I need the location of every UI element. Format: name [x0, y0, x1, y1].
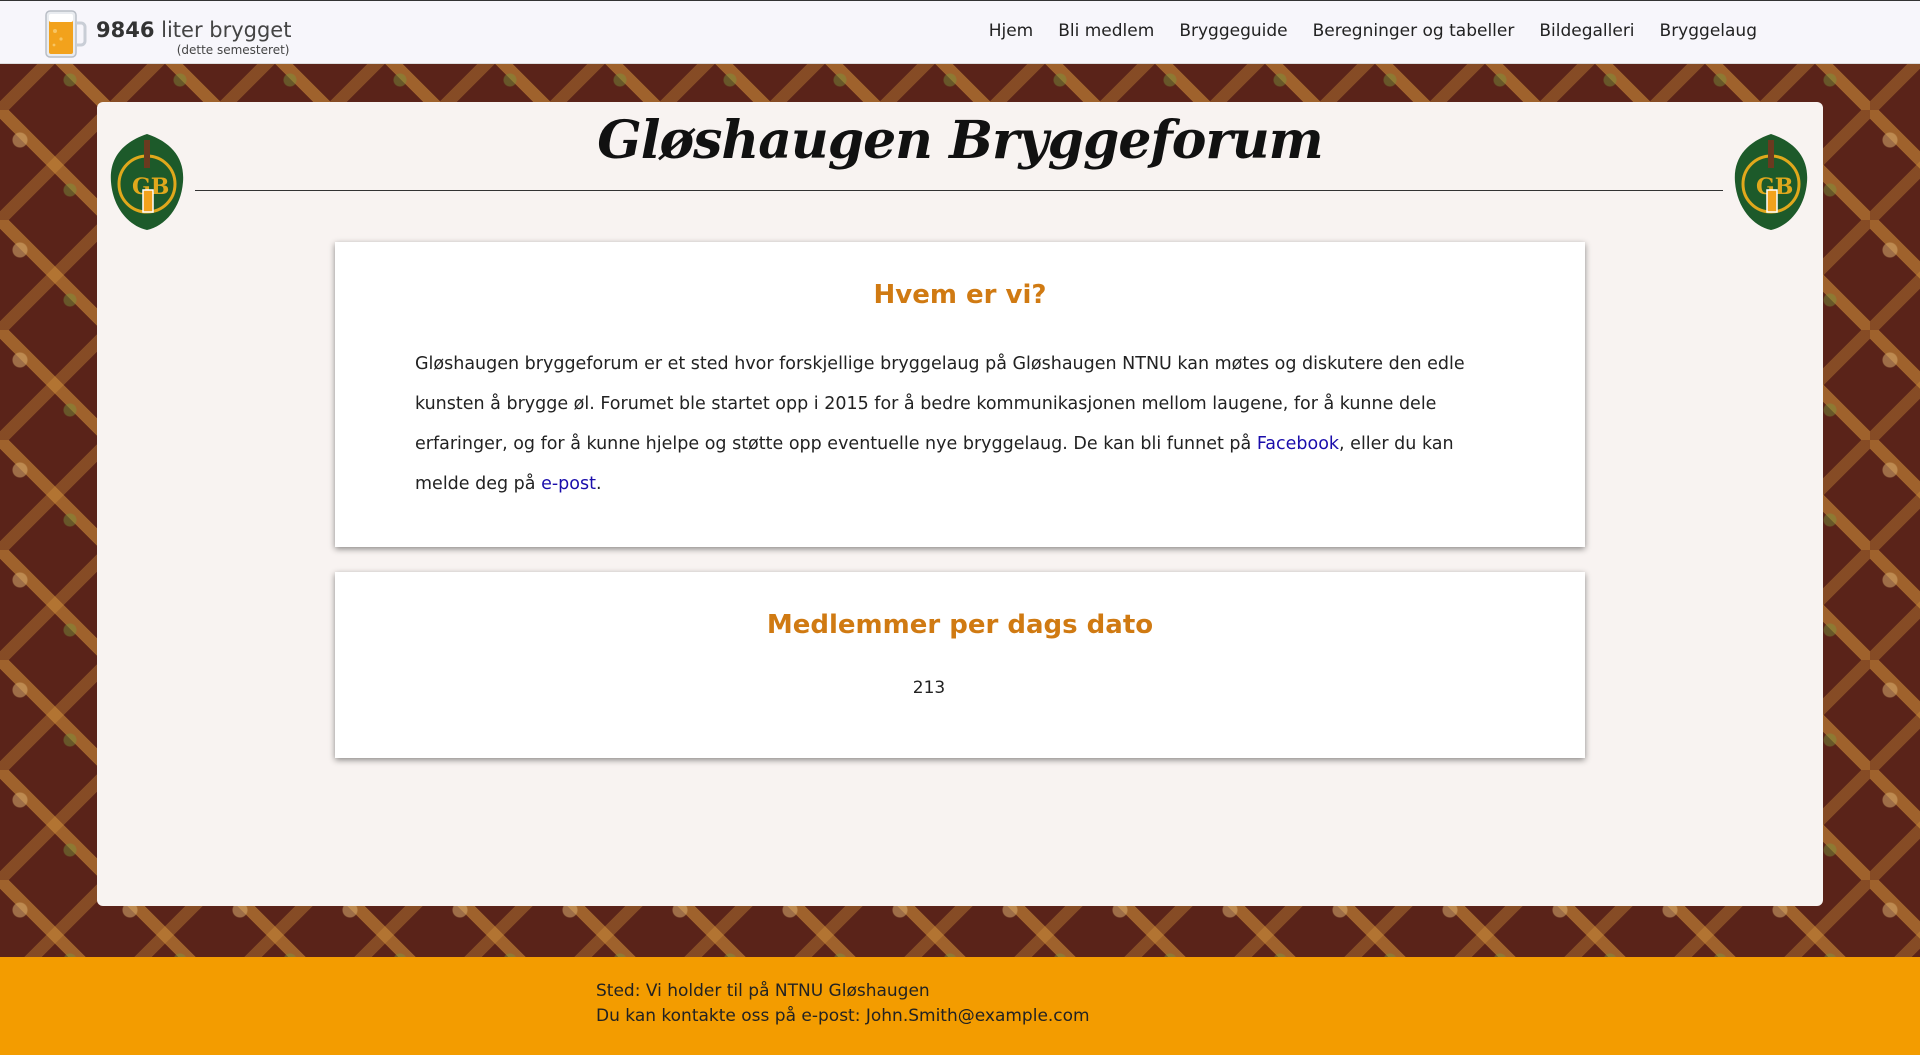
main-content-panel: GB Gløshaugen Bryggeforum GB Hvem er vi?… — [97, 102, 1823, 906]
about-text: Gløshaugen bryggeforum er et sted hvor f… — [415, 344, 1505, 504]
members-card: Medlemmer per dags dato 213 — [335, 572, 1585, 758]
about-heading: Hvem er vi? — [873, 280, 1047, 310]
nav-item-hjem[interactable]: Hjem — [989, 21, 1034, 41]
nav-item-bildegalleri[interactable]: Bildegalleri — [1539, 21, 1634, 41]
title-divider — [195, 190, 1723, 191]
about-card: Hvem er vi? Gløshaugen bryggeforum er et… — [335, 242, 1585, 547]
page-title: Gløshaugen Bryggeforum — [597, 110, 1323, 171]
main-nav: Hjem Bli medlem Bryggeguide Beregninger … — [989, 1, 1757, 61]
footer-contact: Du kan kontakte oss på e-post: John.Smit… — [596, 1006, 1090, 1026]
nav-item-bli-medlem[interactable]: Bli medlem — [1058, 21, 1154, 41]
nav-item-beregninger[interactable]: Beregninger og tabeller — [1313, 21, 1515, 41]
nav-item-bryggelaug[interactable]: Bryggelaug — [1660, 21, 1757, 41]
member-count-value: 213 — [912, 678, 946, 698]
brand-home-link[interactable]: 9846 liter brygget (dette semesteret) — [42, 7, 291, 59]
liters-label: liter brygget — [154, 18, 292, 42]
about-text-part-3: . — [595, 474, 602, 494]
footer-location: Sted: Vi holder til på NTNU Gløshaugen — [596, 981, 930, 1001]
top-navigation-bar: 9846 liter brygget (dette semesteret) Hj… — [0, 0, 1920, 64]
members-heading: Medlemmer per dags dato — [766, 610, 1154, 640]
email-link[interactable]: e-post — [541, 474, 596, 494]
semester-note: (dette semesteret) — [176, 43, 290, 57]
crest-logo-icon: GB — [1731, 132, 1811, 232]
nav-item-bryggeguide[interactable]: Bryggeguide — [1179, 21, 1287, 41]
page-footer: Sted: Vi holder til på NTNU Gløshaugen D… — [0, 957, 1920, 1055]
liters-brewed-counter: 9846 liter brygget — [96, 19, 291, 41]
liters-count: 9846 — [96, 18, 155, 42]
facebook-link[interactable]: Facebook — [1257, 434, 1339, 454]
beer-mug-icon — [42, 7, 88, 59]
